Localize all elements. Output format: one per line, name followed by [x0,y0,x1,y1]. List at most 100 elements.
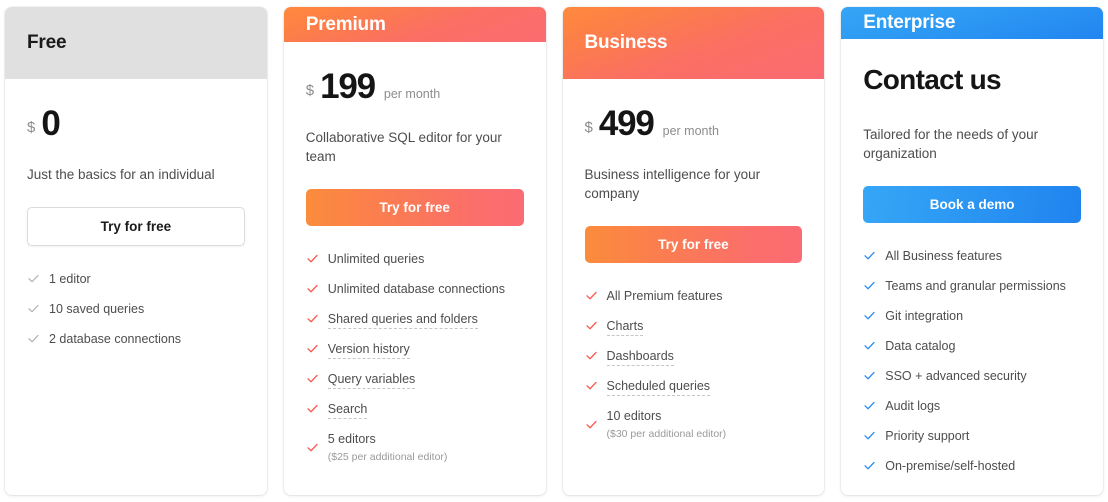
feature-item[interactable]: Query variables [306,370,524,390]
book-a-demo-button[interactable]: Book a demo [863,186,1081,223]
price-currency-symbol: $ [27,119,36,136]
feature-label: Charts [606,319,644,337]
feature-label: Audit logs [885,399,941,413]
feature-label: SSO + advanced security [885,369,1027,383]
check-icon [863,279,876,292]
feature-list-business: All Premium features Charts Dashboards S… [585,287,803,452]
check-icon [306,312,319,325]
feature-item: Priority support [863,427,1081,445]
price-amount: 199 [320,67,376,107]
feature-note: ($25 per additional editor) [327,451,448,464]
check-icon [585,379,598,392]
feature-label: All Business features [885,249,1002,263]
try-for-free-button-free[interactable]: Try for free [27,207,245,247]
feature-label: Git integration [885,309,964,323]
contact-us-headline: Contact us [863,63,1001,95]
pricing-plans-grid: Free $ 0 Just the basics for an individu… [0,0,1108,502]
feature-note: ($30 per additional editor) [606,428,727,441]
plan-title: Business [584,32,668,53]
feature-label: Dashboards [606,349,674,367]
price-period: per month [383,87,441,102]
feature-list-free: 1 editor 10 saved queries 2 database con… [27,270,245,348]
feature-label: Shared queries and folders [327,312,478,330]
plan-price: $ 199 per month [306,69,524,107]
feature-item[interactable]: Shared queries and folders [306,310,524,330]
feature-item[interactable]: Version history [306,340,524,360]
feature-text: Scheduled queries [606,377,711,397]
plan-title: Premium [305,13,386,35]
feature-item: Unlimited database connections [306,280,524,298]
feature-label: 2 database connections [49,332,182,347]
feature-label: 10 saved queries [49,302,145,317]
feature-item[interactable]: Charts [585,317,803,337]
price-currency-symbol: $ [305,82,315,100]
check-icon [585,319,598,332]
feature-text: Priority support [885,427,969,445]
feature-item: 5 editors ($25 per additional editor) [306,430,524,465]
feature-text: 5 editors ($25 per additional editor) [328,430,448,465]
feature-text: Search [327,400,368,420]
check-icon [863,459,876,472]
feature-label: Unlimited queries [327,252,425,267]
price-currency-symbol: $ [584,119,593,136]
feature-text: 10 saved queries [49,300,144,318]
feature-label: Scheduled queries [606,379,711,397]
feature-text: Data catalog [885,337,955,355]
plan-price: $ 0 [27,106,245,144]
plan-description: Tailored for the needs of your organizat… [863,126,1039,161]
feature-label: 10 editors [606,409,662,424]
feature-text: Teams and granular permissions [885,277,1066,295]
check-icon [306,372,319,385]
feature-item: All Premium features [585,287,803,305]
check-icon [27,272,40,285]
feature-text: 1 editor [49,270,91,288]
price-amount: 499 [598,104,655,143]
feature-list-enterprise: All Business features Teams and granular… [863,247,1081,475]
check-icon [585,289,598,302]
check-icon [306,342,319,355]
feature-text: Query variables [327,370,416,390]
feature-item: 1 editor [27,270,245,288]
check-icon [863,249,876,262]
check-icon [863,339,876,352]
feature-label: Data catalog [885,339,956,353]
check-icon [585,418,598,431]
plan-description: Just the basics for an individual [27,167,215,182]
plan-title: Free [27,32,67,53]
check-icon [306,252,319,265]
feature-list-premium: Unlimited queries Unlimited database con… [306,250,524,475]
feature-text: Dashboards [606,347,674,367]
plan-card-business: Business $ 499 per month Business intell… [562,7,825,495]
plan-card-free: Free $ 0 Just the basics for an individu… [5,7,267,495]
feature-item[interactable]: Scheduled queries [585,377,803,397]
feature-item: Git integration [863,307,1081,325]
feature-label: Version history [327,342,410,360]
feature-text: On-premise/self-hosted [885,457,1015,475]
feature-label: 1 editor [49,272,91,287]
try-for-free-button-premium[interactable]: Try for free [305,189,524,227]
feature-item: 10 saved queries [27,300,245,318]
price-amount: 0 [41,104,60,143]
feature-text: 2 database connections [49,330,181,348]
check-icon [863,309,876,322]
feature-item[interactable]: Dashboards [585,347,803,367]
feature-text: Shared queries and folders [327,310,478,330]
feature-label: Unlimited database connections [327,282,505,297]
check-icon [863,369,876,382]
feature-text: 10 editors ($30 per additional editor) [607,407,727,442]
plan-body-enterprise: Contact us Tailored for the needs of you… [841,39,1103,495]
try-for-free-button-business[interactable]: Try for free [584,226,803,264]
plan-description: Business intelligence for your company [584,167,761,202]
check-icon [306,402,319,415]
feature-label: Teams and granular permissions [885,279,1066,293]
plan-header-business: Business [562,7,825,79]
feature-text: Git integration [885,307,963,325]
feature-item: 10 editors ($30 per additional editor) [585,407,803,442]
feature-item[interactable]: Search [306,400,524,420]
feature-label: On-premise/self-hosted [885,459,1016,473]
feature-text: Charts [606,317,644,337]
plan-title: Enterprise [863,11,956,33]
check-icon [27,332,40,345]
plan-price: $ 499 per month [585,106,803,144]
check-icon [585,349,598,362]
